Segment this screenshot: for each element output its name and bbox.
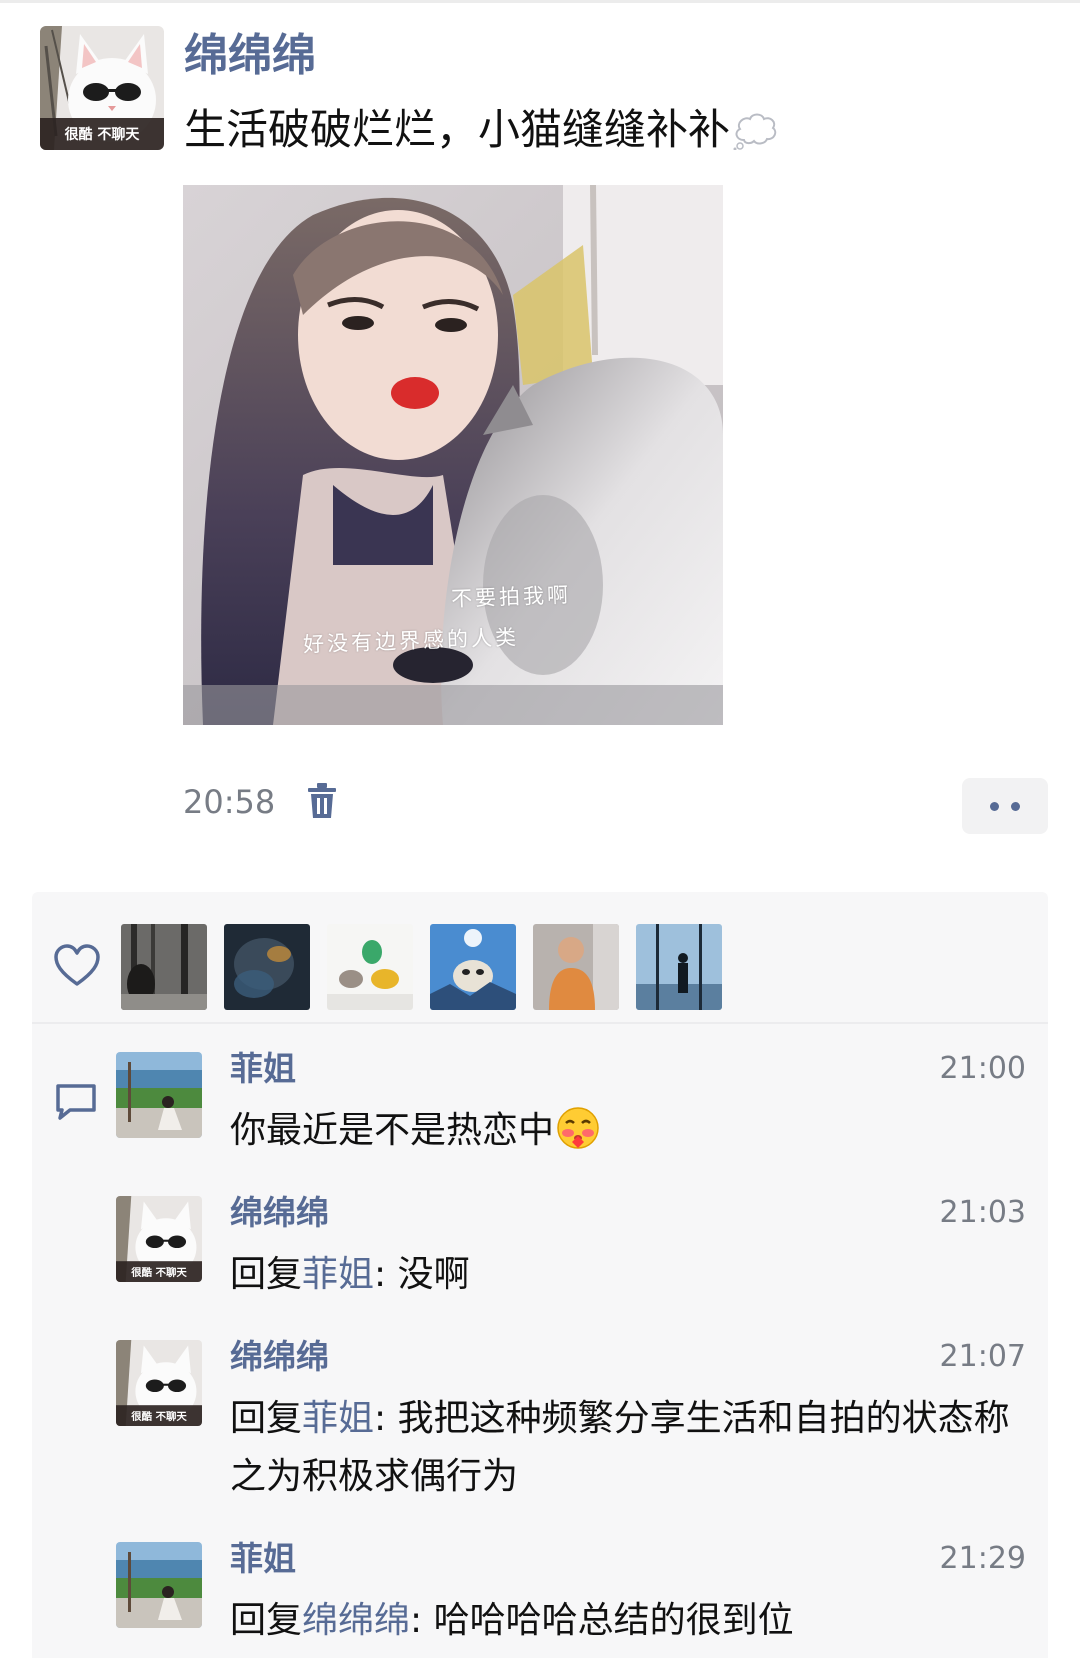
panel-divider [32, 1022, 1048, 1024]
more-dot-icon [1011, 802, 1020, 811]
reply-label: 回复 [230, 1398, 303, 1439]
commenter-avatar-feijie[interactable] [116, 1052, 202, 1138]
forest-photo-image [121, 924, 207, 1010]
comment-time: 21:07 [939, 1339, 1026, 1374]
man-orange-shirt-image [533, 924, 619, 1010]
like-avatar-man-orange[interactable] [533, 924, 619, 1010]
blushing-face-icon [557, 1107, 599, 1149]
commenter-avatar-mianmianmian[interactable]: 很酷 不聊天 [116, 1196, 202, 1282]
seaside-photo-image [116, 1052, 202, 1138]
like-avatar-window-silhouette[interactable] [636, 924, 722, 1010]
reply-label: 回复 [230, 1254, 303, 1295]
reply-target-name[interactable]: 菲姐 [302, 1398, 374, 1439]
comment-time: 21:00 [939, 1051, 1026, 1086]
commenter-name[interactable]: 绵绵绵 [230, 1190, 329, 1236]
comment-text: 回复绵绵绵: 哈哈哈哈总结的很到位 [230, 1592, 1030, 1650]
post-author-name[interactable]: 绵绵绵 [184, 28, 316, 84]
reply-target-name[interactable]: 菲姐 [302, 1254, 374, 1295]
thought-balloon-icon [733, 113, 777, 150]
reply-label: 回复 [230, 1600, 303, 1641]
comment-content: : 没啊 [374, 1254, 470, 1295]
likes-row [32, 892, 1048, 1022]
trash-icon[interactable] [307, 782, 337, 820]
commenter-avatar-feijie[interactable] [116, 1542, 202, 1628]
comment-text: 回复菲姐: 没啊 [230, 1246, 1030, 1304]
comment-text: 你最近是不是热恋中 [230, 1102, 1030, 1160]
post-text-content: 生活破破烂烂，小猫缝缝补补 [184, 105, 731, 154]
cat-sunglasses-avatar-image: 很酷 不聊天 [116, 1340, 202, 1426]
comment-time: 21:03 [939, 1195, 1026, 1230]
comment-content: 你最近是不是热恋中 [230, 1110, 555, 1151]
top-divider [0, 0, 1080, 3]
seaside-photo-image [116, 1542, 202, 1628]
comment-time: 21:29 [939, 1541, 1026, 1576]
like-avatar-forest[interactable] [121, 924, 207, 1010]
like-avatar-sky-animal[interactable] [430, 924, 516, 1010]
post-time: 20:58 [183, 783, 276, 821]
comment-item[interactable]: 很酷 不聊天 绵绵绵 21:07 回复菲姐: 我把这种频繁分享生活和自拍的状态称… [116, 1337, 1026, 1510]
more-dot-icon [990, 802, 999, 811]
comment-item[interactable]: 菲姐 21:29 回复绵绵绵: 哈哈哈哈总结的很到位 [116, 1539, 1026, 1658]
commenter-avatar-mianmianmian[interactable]: 很酷 不聊天 [116, 1340, 202, 1426]
avatar-badge-text: 很酷 不聊天 [65, 126, 141, 143]
photo-caption-top: 不要拍我啊 [450, 582, 572, 612]
cat-sunglasses-avatar-image: 很酷 不聊天 [40, 26, 164, 150]
toy-figures-image [327, 924, 413, 1010]
comment-bubble-icon [56, 1084, 96, 1120]
comment-item[interactable]: 很酷 不聊天 绵绵绵 21:03 回复菲姐: 没啊 [116, 1193, 1026, 1316]
post-photo[interactable]: 不要拍我啊 好没有边界感的人类 [183, 185, 723, 725]
reply-target-name[interactable]: 绵绵绵 [302, 1600, 410, 1641]
like-avatar-blurred[interactable] [224, 924, 310, 1010]
post-text: 生活破破烂烂，小猫缝缝补补 [184, 102, 778, 158]
avatar-badge-text: 很酷 不聊天 [130, 1410, 187, 1423]
avatar-badge-text: 很酷 不聊天 [130, 1266, 187, 1279]
comment-content: : 哈哈哈哈总结的很到位 [410, 1600, 794, 1641]
more-dots-button[interactable] [962, 778, 1048, 834]
commenter-name[interactable]: 菲姐 [230, 1046, 296, 1092]
comment-item[interactable]: 菲姐 21:00 你最近是不是热恋中 [116, 1049, 1026, 1172]
window-silhouette-image [636, 924, 722, 1010]
comment-text: 回复菲姐: 我把这种频繁分享生活和自拍的状态称之为积极求偶行为 [230, 1390, 1030, 1506]
interaction-panel: 菲姐 21:00 你最近是不是热恋中 很酷 不聊天 绵绵绵 21:03 回复菲姐… [32, 892, 1048, 1658]
moments-post-page: 很酷 不聊天 绵绵绵 生活破破烂烂，小猫缝缝补补 不要拍我啊 好没有边界感的人类… [0, 0, 1080, 1658]
commenter-name[interactable]: 绵绵绵 [230, 1334, 329, 1380]
post-author-avatar[interactable]: 很酷 不聊天 [40, 26, 164, 150]
like-avatar-toys[interactable] [327, 924, 413, 1010]
sky-animal-image [430, 924, 516, 1010]
cat-sunglasses-avatar-image: 很酷 不聊天 [116, 1196, 202, 1282]
heart-outline-icon [54, 944, 100, 986]
commenter-name[interactable]: 菲姐 [230, 1536, 296, 1582]
blurred-photo-image [224, 924, 310, 1010]
